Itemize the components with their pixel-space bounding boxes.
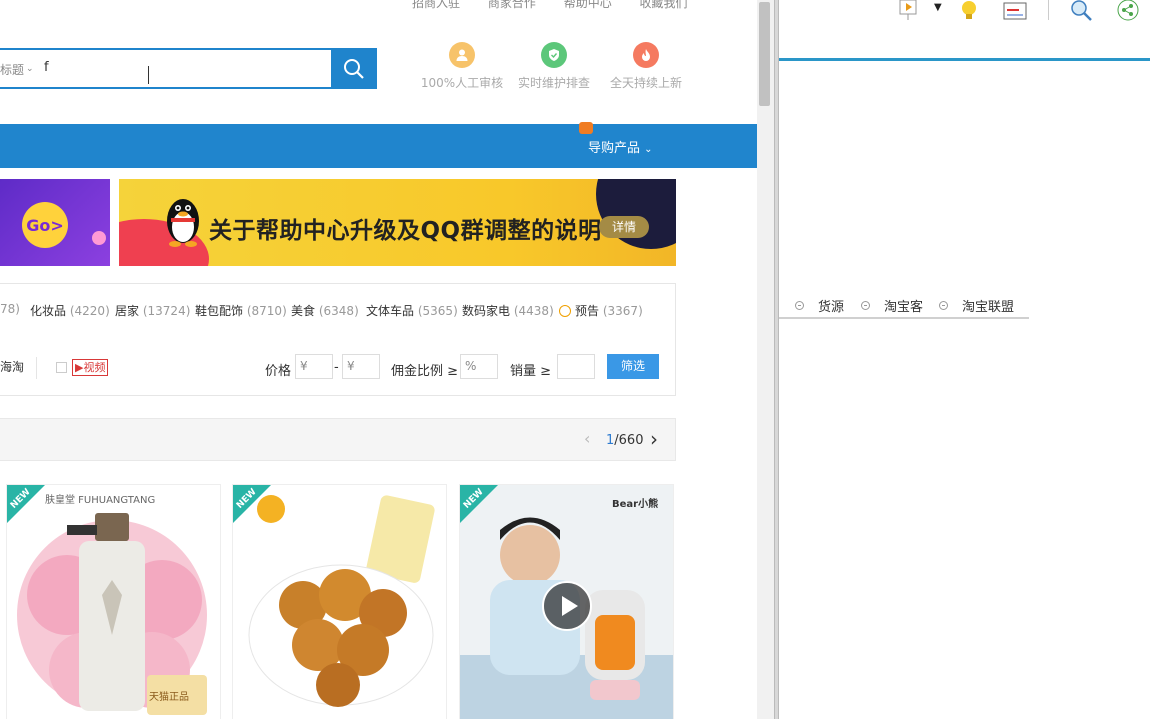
feature-list: 100%人工审核 实时维护排查 全天持续上新 (416, 42, 692, 91)
chevron-down-icon: ⌄ (26, 64, 34, 74)
shield-icon (541, 42, 567, 68)
toolbar-underline (779, 58, 1150, 61)
top-link-business-cooperation[interactable]: 商家合作 (488, 0, 536, 10)
filter-panel (0, 283, 676, 396)
search-scope-select[interactable]: 标题 (0, 61, 24, 78)
person-icon (449, 42, 475, 68)
share-icon[interactable] (1116, 0, 1140, 22)
presentation-icon[interactable] (897, 0, 921, 22)
product-card[interactable]: NEW Bear小熊 (459, 484, 674, 719)
tab-taobao-alliance[interactable]: 淘宝联盟 (939, 296, 1014, 315)
divider (36, 357, 37, 379)
collapse-icon (939, 301, 948, 310)
tab-source[interactable]: 货源 (795, 296, 844, 315)
banner-announcement[interactable]: 关于帮助中心升级及QQ群调整的说明 详情 (119, 179, 676, 266)
category-item-preview[interactable]: 预告 (3367) (559, 302, 643, 319)
product-brand: Bear小熊 (612, 499, 659, 510)
scrollbar-thumb[interactable] (759, 2, 770, 106)
search-value: f (44, 60, 49, 75)
feature-label: 100%人工审核 (420, 76, 504, 90)
decor-dot (92, 231, 106, 245)
form-icon[interactable] (1003, 2, 1027, 20)
sales-input[interactable] (557, 354, 595, 379)
lightbulb-icon[interactable] (959, 0, 979, 22)
collapse-icon (861, 301, 870, 310)
top-link-bookmark[interactable]: 收藏我们 (640, 0, 688, 10)
price-label: 价格 (265, 364, 292, 379)
pager-bar: ‹ 1/660 › (0, 418, 676, 461)
category-item[interactable]: 鞋包配饰 (8710) (195, 302, 287, 319)
chevron-right-icon[interactable]: › (650, 427, 658, 451)
tab-taobaoke[interactable]: 淘宝客 (861, 296, 923, 315)
scrollbar[interactable] (757, 0, 774, 719)
filter-submit-button[interactable]: 筛选 (607, 354, 659, 379)
price-max-input[interactable]: ¥ (342, 354, 380, 379)
feature-label: 全天持续上新 (609, 76, 682, 90)
feature-new-arrivals: 全天持续上新 (600, 42, 692, 91)
video-checkbox[interactable] (56, 362, 67, 373)
top-links: 招商入驻 商家合作 帮助中心 收藏我们 (412, 0, 712, 11)
price-separator: - (334, 360, 339, 375)
go-button[interactable]: Go> (22, 202, 68, 248)
flame-icon (633, 42, 659, 68)
collapse-icon (795, 301, 804, 310)
feature-realtime-check: 实时维护排查 (508, 42, 600, 91)
magnifier-icon[interactable] (1070, 0, 1094, 22)
feature-label: 实时维护排查 (517, 76, 590, 90)
chevron-left-icon[interactable]: ‹ (584, 429, 590, 448)
category-item[interactable]: 数码家电 (4438) (462, 302, 554, 319)
search-button[interactable] (331, 48, 377, 89)
category-item[interactable]: 化妆品 (4220) (30, 302, 110, 319)
side-toolbar: ▼ (779, 0, 1150, 58)
nav-product-label: 导购产品 (588, 141, 641, 156)
play-icon (562, 596, 578, 616)
page-indicator: 1/660 (606, 433, 644, 448)
main-nav: 导购产品 ⌄ (0, 122, 757, 168)
toolbar-separator (1048, 0, 1049, 20)
top-link-help-center[interactable]: 帮助中心 (564, 0, 612, 10)
category-item[interactable]: 文体车品 (5365) (366, 302, 458, 319)
search-input[interactable]: 标题 ⌄ f (0, 48, 331, 89)
category-item[interactable]: 78) (0, 302, 20, 316)
web-page: 招商入驻 商家合作 帮助中心 收藏我们 标题 ⌄ f 100%人工审核 实时维护… (0, 0, 757, 719)
text-cursor-icon (148, 66, 150, 88)
video-play-button[interactable] (542, 581, 592, 631)
top-link-merchant-join[interactable]: 招商入驻 (412, 0, 460, 10)
category-item[interactable]: 居家 (13724) (115, 302, 190, 319)
banner-decor-shape (596, 179, 676, 249)
banner-headline: 关于帮助中心升级及QQ群调整的说明 (209, 218, 602, 244)
product-card[interactable]: NEW (232, 484, 447, 719)
product-tag: 天猫正品 (149, 692, 189, 703)
commission-input[interactable]: % (460, 354, 498, 379)
price-min-input[interactable]: ¥ (295, 354, 333, 379)
product-card[interactable]: NEW 肤皇堂 FUHUANGTANG 天猫正品 (6, 484, 221, 719)
search-icon (344, 58, 364, 79)
commission-label: 佣金比例 ≥ (391, 364, 459, 379)
category-item[interactable]: 美食 (6348) (291, 302, 359, 319)
filter-overseas[interactable]: 海淘 (0, 358, 24, 375)
video-tag[interactable]: ▶视频 (72, 359, 109, 376)
banner-promo-left[interactable]: Go> (0, 179, 110, 266)
product-brand: 肤皇堂 FUHUANGTANG (45, 495, 156, 506)
banner-detail-button[interactable]: 详情 (599, 216, 649, 238)
nav-product-menu[interactable]: 导购产品 ⌄ (588, 137, 653, 156)
sales-label: 销量 ≥ (510, 364, 552, 379)
chevron-down-icon: ⌄ (644, 144, 653, 155)
qq-penguin-icon (167, 199, 199, 247)
hot-badge-icon (579, 122, 593, 134)
side-pane: ▼ 货源 淘宝客 淘宝联盟 (779, 0, 1150, 719)
caret-down-icon[interactable]: ▼ (934, 2, 942, 13)
side-tabs: 货源 淘宝客 淘宝联盟 (779, 295, 1029, 319)
clock-icon (559, 305, 571, 317)
feature-manual-review: 100%人工审核 (416, 42, 508, 91)
